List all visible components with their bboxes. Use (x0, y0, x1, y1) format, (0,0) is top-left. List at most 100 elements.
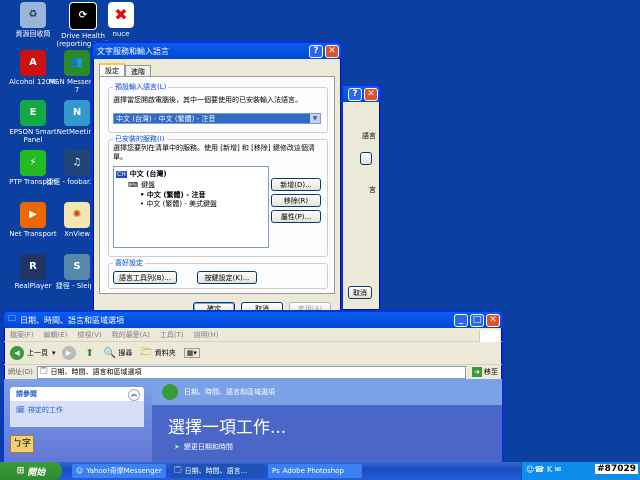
search-button[interactable]: 搜尋 (118, 348, 132, 358)
address-bar: 網址(D) 🗔 日期、時間、語言和區域選項 ➜ 移至 (4, 365, 502, 380)
chevron-down-icon[interactable]: ▼ (310, 114, 320, 123)
tab-panel: 預設輸入語言(L) 選擇當您開啟電腦後，其中一個要使用的已安裝輸入法語言。 中文… (99, 76, 335, 294)
scheduled-tasks-link[interactable]: 🗓 排定的工作 (10, 401, 144, 419)
menu-favorites[interactable]: 我的最愛(A) (112, 330, 150, 340)
alcohol-icon: A (20, 50, 46, 76)
explorer-titlebar: 🗀 日期、時間、語言和區域選項 _ □ ✕ (4, 312, 502, 328)
taskbar: ⊞ 開始 ☺ Yahoo!奇摩Messenger 🗔 日期、時間、語言... P… (0, 462, 640, 480)
windows-logo-icon (479, 330, 500, 342)
properties-button[interactable]: 屬性(P)... (271, 210, 321, 223)
desktop-icon-nuce[interactable]: ✖ nuce (90, 2, 152, 38)
content-body: 選擇一項工作... ➤ 變更日期和時間 (152, 405, 502, 464)
tree-item-us-keyboard[interactable]: • 中文 (繁體) - 美式鍵盤 (140, 199, 217, 209)
dialog-titlebar: 文字服務和輸入語言 ? ✕ (93, 43, 341, 59)
bg-cancel-button[interactable]: 取消 (348, 286, 372, 299)
address-input[interactable]: 🗔 日期、時間、語言和區域選項 (36, 365, 466, 379)
system-tray: ☺☎ K ✉ #87029 (521, 462, 640, 480)
scheduled-tasks-label: 排定的工作 (27, 406, 63, 414)
installed-services-group: 已安裝的服務(I) 選擇您要列在清單中的服務。使用 [新增] 和 [移除] 鍵修… (108, 134, 328, 257)
default-language-group: 預設輸入語言(L) 選擇當您開啟電腦後，其中一個要使用的已安裝輸入法語言。 中文… (108, 82, 328, 133)
tree-language-node[interactable]: CH 中文 (台灣) (116, 169, 167, 179)
collapse-icon[interactable]: ︽ (128, 389, 140, 401)
windows-flag-icon: ⊞ (16, 466, 25, 476)
services-tree[interactable]: CH 中文 (台灣) ⌨ 鍵盤 • 中文 (繁體) - 注音 • 中文 (繁體)… (113, 166, 269, 248)
bg-button[interactable] (360, 152, 372, 165)
sleipnir-icon: S (64, 254, 90, 280)
ptp-icon: ⚡ (20, 150, 46, 176)
forward-arrow-icon[interactable]: ▶ (61, 346, 76, 360)
close-icon[interactable]: ✕ (325, 44, 339, 58)
back-arrow-icon[interactable]: ◀ (10, 346, 24, 360)
netmeeting-icon: N (64, 100, 90, 126)
back-button[interactable]: 上一頁 (27, 348, 48, 358)
add-button[interactable]: 新增(D)... (271, 178, 321, 191)
task-pane: 請參閱 ︽ 🗓 排定的工作 ㄅ字 (4, 379, 152, 464)
pick-task-heading: 選擇一項工作... (168, 418, 287, 438)
preferences-label: 喜好設定 (113, 258, 145, 268)
default-language-label: 預設輸入語言(L) (113, 82, 169, 92)
start-button[interactable]: ⊞ 開始 (0, 462, 62, 480)
keyboard-icon: ⌨ (128, 181, 139, 189)
content-area: 日期、時間、語言和區域選項 選擇一項工作... ➤ 變更日期和時間 (152, 379, 502, 464)
see-also-title: 請參閱 (16, 390, 37, 398)
bg-text-fragment: 語言 (362, 132, 376, 140)
menu-edit[interactable]: 編輯(E) (44, 330, 68, 340)
see-also-header[interactable]: 請參閱 ︽ (10, 387, 144, 401)
change-date-time-link[interactable]: ➤ 變更日期和時間 (152, 438, 502, 452)
menu-tools[interactable]: 工具(T) (160, 330, 184, 340)
language-bar-button[interactable]: 語言工具列(B)... (113, 271, 177, 284)
realplayer-icon: R (20, 254, 46, 280)
language-bar-icon[interactable]: ㄅ字 (10, 435, 34, 453)
foobar-icon: ♫ (64, 150, 90, 176)
search-icon[interactable]: 🔍 (104, 348, 116, 359)
address-label: 網址(D) (8, 368, 33, 376)
menu-help[interactable]: 說明(H) (194, 330, 219, 340)
explorer-window: 🗀 日期、時間、語言和區域選項 _ □ ✕ 檔案(F) 編輯(E) 檢視(V) … (2, 310, 504, 466)
globe-clock-icon (162, 384, 178, 400)
text-services-dialog: 文字服務和輸入語言 ? ✕ 設定 進階 預設輸入語言(L) 選擇當您開啟電腦後，… (91, 41, 343, 321)
minimize-icon[interactable]: _ (454, 313, 468, 327)
remove-button[interactable]: 移除(R) (271, 194, 321, 207)
views-icon[interactable]: ▦▾ (183, 348, 200, 358)
category-header: 日期、時間、語言和區域選項 (152, 379, 502, 405)
control-panel-icon: 🗔 (39, 366, 48, 375)
go-button[interactable]: 移至 (484, 367, 498, 377)
toolbar: ◀ 上一頁 ▾ ▶ ⬆ 🔍 搜尋 🗁 資料夾 ▦▾ (4, 342, 502, 365)
taskbar-item-photoshop[interactable]: Ps Adobe Photoshop (268, 464, 362, 478)
tree-item-bopomofo-label: 中文 (繁體) - 注音 (146, 191, 206, 199)
explorer-title: 日期、時間、語言和區域選項 (20, 315, 124, 325)
default-language-select[interactable]: 中文 (台灣) - 中文 (繁體) - 注音 ▼ (113, 113, 321, 124)
scheduled-tasks-icon: 🗓 (16, 406, 25, 414)
menu-file[interactable]: 檔案(F) (10, 330, 34, 340)
close-icon[interactable]: ✕ (364, 87, 378, 101)
nuce-icon: ✖ (108, 2, 134, 28)
xnview-icon: ✺ (64, 202, 90, 228)
taskbar-item-yahoo-label: Yahoo!奇摩Messenger (86, 467, 162, 475)
help-icon[interactable]: ? (309, 44, 323, 58)
start-label: 開始 (27, 467, 46, 478)
default-language-desc: 選擇當您開啟電腦後，其中一個要使用的已安裝輸入法語言。 (113, 96, 302, 104)
chevron-down-icon[interactable]: ▾ (52, 349, 56, 357)
tree-item-us-keyboard-label: 中文 (繁體) - 美式鍵盤 (146, 200, 218, 208)
up-folder-icon[interactable]: ⬆ (86, 348, 94, 359)
taskbar-item-photoshop-label: Adobe Photoshop (282, 467, 344, 475)
maximize-icon[interactable]: □ (470, 313, 484, 327)
taskbar-item-date-time[interactable]: 🗔 日期、時間、語言... (170, 464, 264, 478)
tray-icons[interactable]: ☺☎ K ✉ (526, 465, 561, 474)
menu-view[interactable]: 檢視(V) (77, 330, 101, 340)
taskbar-item-yahoo[interactable]: ☺ Yahoo!奇摩Messenger (72, 464, 166, 478)
folders-button[interactable]: 資料夾 (155, 348, 176, 358)
installed-services-label: 已安裝的服務(I) (113, 134, 167, 144)
folders-icon[interactable]: 🗁 (140, 345, 152, 362)
dialog-title: 文字服務和輸入語言 (97, 46, 169, 56)
key-settings-button[interactable]: 按鍵設定(K)... (197, 271, 257, 284)
close-icon[interactable]: ✕ (486, 313, 500, 327)
default-language-value: 中文 (台灣) - 中文 (繁體) - 注音 (116, 115, 216, 123)
go-arrow-icon[interactable]: ➜ (472, 367, 482, 377)
tree-keyboard-node[interactable]: ⌨ 鍵盤 (128, 180, 155, 190)
menu-bar: 檔案(F) 編輯(E) 檢視(V) 我的最愛(A) 工具(T) 說明(H) (4, 328, 502, 342)
nettransport-icon: ▶ (20, 202, 46, 228)
folder-icon: 🗀 (8, 314, 16, 323)
photoshop-icon: Ps (272, 467, 280, 475)
help-icon[interactable]: ? (348, 87, 362, 101)
